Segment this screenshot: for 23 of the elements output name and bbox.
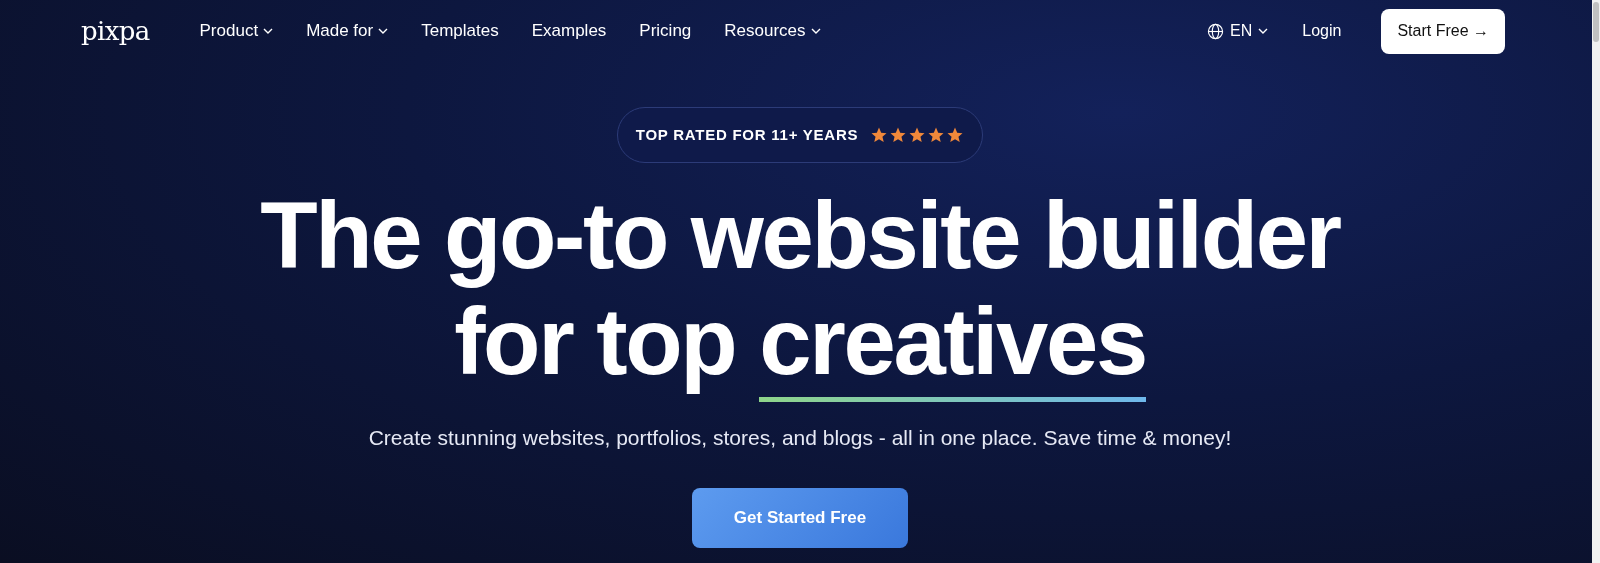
chevron-down-icon xyxy=(1258,26,1269,36)
nav-link[interactable]: Examples xyxy=(531,18,607,44)
scrollbar[interactable] xyxy=(1592,0,1600,563)
globe-icon xyxy=(1207,22,1225,40)
star-icon xyxy=(927,126,946,144)
start-free-button[interactable]: Start Free → xyxy=(1381,8,1505,54)
login-link[interactable]: Login xyxy=(1302,19,1342,43)
badge-text: TOP RATED FOR 11+ YEARS xyxy=(635,124,859,145)
highlighted-word: creatives xyxy=(759,289,1146,402)
subtitle: Create stunning websites, portfolios, stores, and blogs - all in one place. Save time & money! xyxy=(368,425,1232,451)
logo[interactable]: pixpa xyxy=(81,11,150,51)
nav-link[interactable]: Templates xyxy=(421,18,499,44)
star-icon xyxy=(908,126,927,144)
star-icon xyxy=(946,126,965,144)
star-icon xyxy=(870,126,889,144)
nav-link[interactable]: Pricing xyxy=(639,18,692,44)
nav-link[interactable]: Resources xyxy=(724,18,821,44)
nav-link[interactable]: Made for xyxy=(306,18,389,44)
nav-link[interactable]: Product xyxy=(199,18,274,44)
language-selector[interactable]: EN xyxy=(1207,19,1269,43)
headline-line: The go-to website builder xyxy=(260,183,1340,289)
star-icon xyxy=(889,126,908,144)
headline-line: for top xyxy=(454,289,736,395)
